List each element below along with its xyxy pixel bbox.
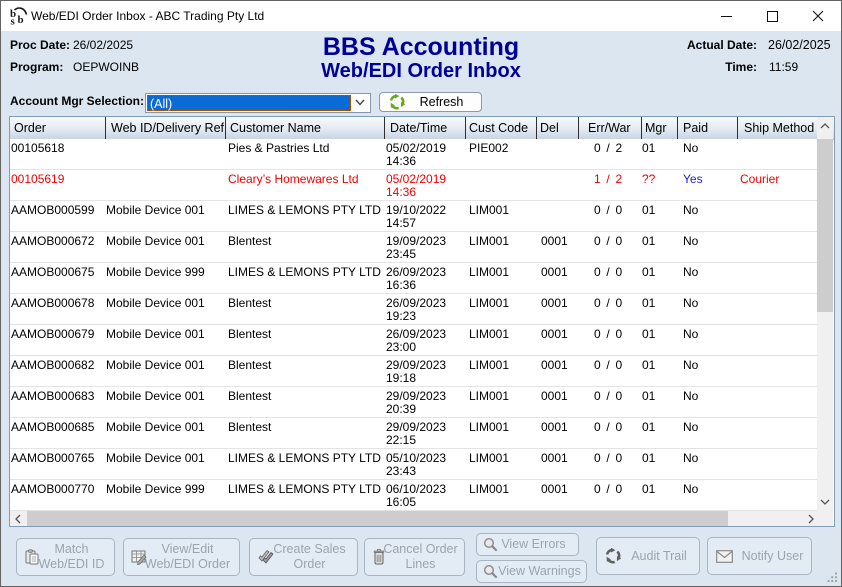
svg-text:b: b [18,14,24,26]
svg-text:s: s [11,16,16,27]
